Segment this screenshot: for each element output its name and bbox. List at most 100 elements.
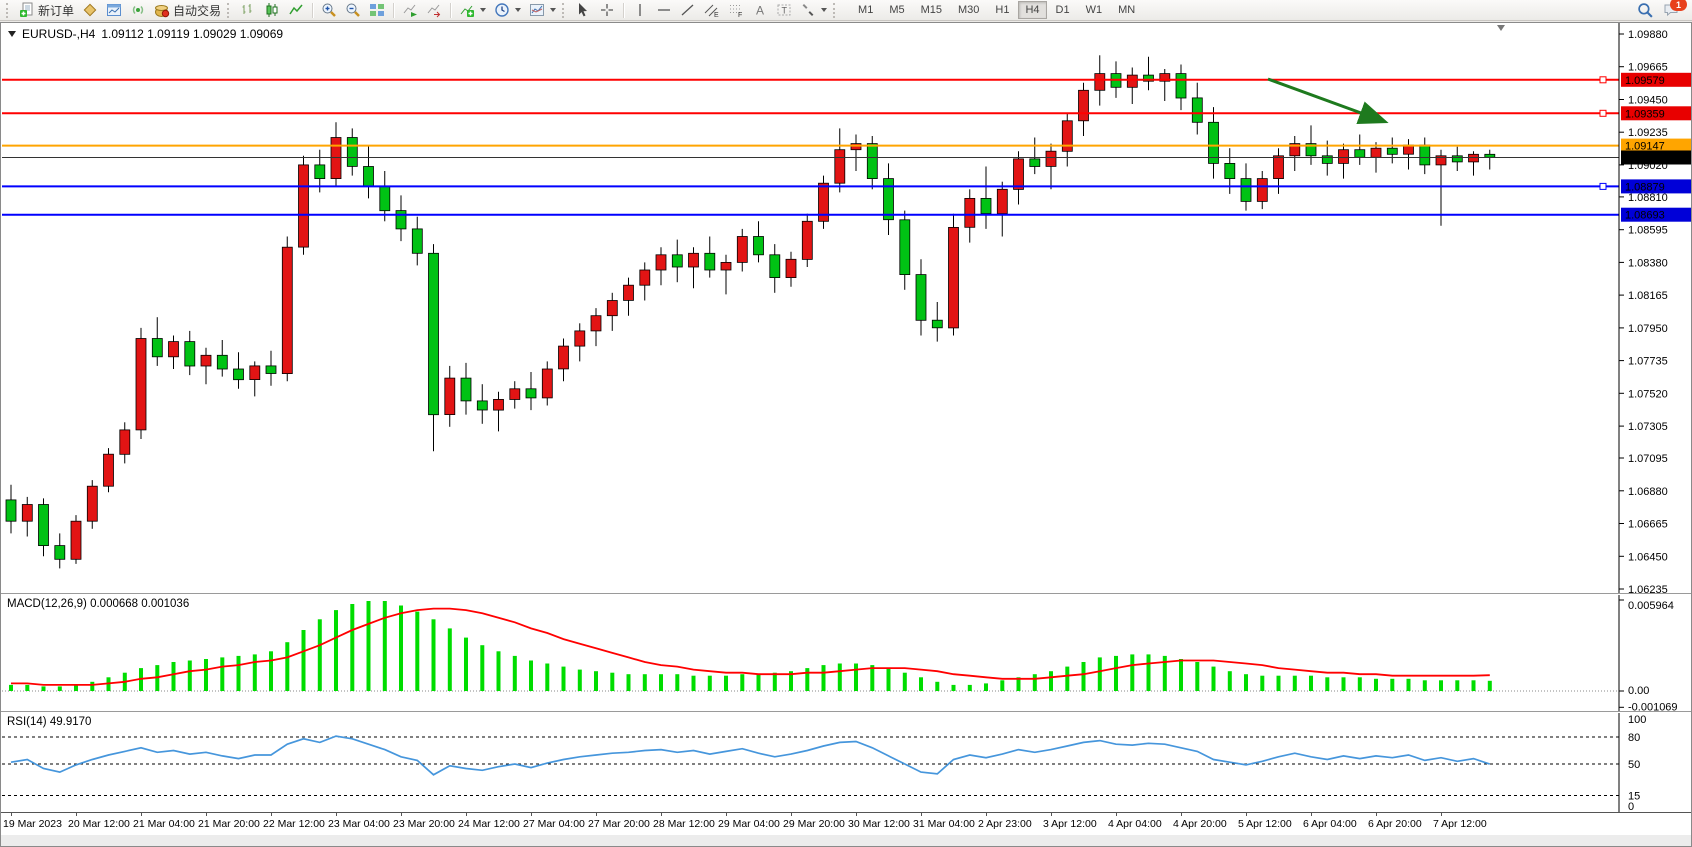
candle-body [510, 389, 520, 400]
candle-body [364, 167, 374, 187]
macd-bar [805, 668, 809, 691]
auto-trading-button[interactable]: 自动交易 [150, 0, 225, 21]
time-axis-label: 30 Mar 12:00 [848, 818, 910, 830]
macd-bar [757, 674, 761, 691]
toolbar-grip[interactable] [6, 3, 11, 18]
timeframe-button-w1[interactable]: W1 [1079, 1, 1110, 19]
macd-indicator-panel[interactable]: 0.0059640.00-0.001069 MACD(12,26,9) 0.00… [1, 595, 1691, 711]
indicators-button[interactable] [455, 0, 490, 21]
rsi-indicator-panel[interactable]: 1008050150 RSI(14) 49.9170 [1, 713, 1691, 812]
text-label-tool-button[interactable]: T [772, 0, 796, 21]
price-axis-label: 1.09450 [1628, 95, 1668, 107]
time-axis-tick [1051, 813, 1052, 816]
time-axis-label: 6 Apr 04:00 [1303, 818, 1357, 830]
toolbar-grip[interactable] [833, 3, 838, 18]
symbol-dropdown-icon[interactable] [8, 31, 16, 37]
line-chart-button[interactable] [284, 0, 308, 21]
signals-button[interactable] [126, 0, 150, 21]
macd-label-bar: MACD(12,26,9) 0.000668 0.001036 [7, 598, 189, 610]
line-drag-handle[interactable] [1600, 183, 1606, 189]
dropdown-caret-icon [480, 8, 486, 12]
channel-tool-button[interactable]: E [700, 0, 724, 21]
macd-bar [367, 601, 371, 691]
new-order-button[interactable]: 新订单 [15, 0, 78, 21]
trend-arrow-annotation[interactable] [1268, 79, 1383, 121]
candle-body [1046, 151, 1056, 166]
candle-body [250, 366, 260, 380]
time-axis-tick [661, 813, 662, 816]
timeframe-button-m1[interactable]: M1 [851, 1, 880, 19]
arrows-tool-button[interactable] [796, 0, 831, 21]
macd-canvas[interactable]: 0.0059640.00-0.001069 [1, 595, 1691, 711]
candlestick-chart-button[interactable] [260, 0, 284, 21]
timeframe-button-m30[interactable]: M30 [951, 1, 986, 19]
vertical-line-tool-button[interactable] [628, 0, 652, 21]
cursor-arrow-icon [575, 2, 591, 18]
toolbar-grip[interactable] [227, 3, 232, 18]
zoom-out-button[interactable] [341, 0, 365, 21]
trendline-tool-button[interactable] [676, 0, 700, 21]
crosshair-button[interactable] [595, 0, 619, 21]
chart-shift-button[interactable] [422, 0, 446, 21]
time-axis[interactable]: 19 Mar 202320 Mar 12:0021 Mar 04:0021 Ma… [1, 813, 1691, 835]
line-chart-icon [288, 2, 304, 18]
macd-bar [1082, 662, 1086, 691]
time-axis-tick [1376, 813, 1377, 816]
macd-bar [1342, 677, 1346, 691]
timeframe-button-h1[interactable]: H1 [988, 1, 1016, 19]
horizontal-line-tool-button[interactable] [652, 0, 676, 21]
candle-body [1387, 148, 1397, 154]
tile-windows-icon [369, 2, 385, 18]
search-icon[interactable] [1637, 2, 1654, 19]
notification-badge: 1 [1670, 0, 1687, 11]
price-axis-label: 1.08165 [1628, 290, 1668, 302]
price-axis-label: 1.06665 [1628, 519, 1668, 531]
time-axis-label: 24 Mar 12:00 [458, 818, 520, 830]
line-drag-handle[interactable] [1600, 110, 1606, 116]
time-axis-label: 2 Apr 23:00 [978, 818, 1032, 830]
templates-button[interactable] [525, 0, 560, 21]
candle-body [997, 189, 1007, 213]
timeframe-button-m5[interactable]: M5 [882, 1, 911, 19]
auto-scroll-button[interactable] [398, 0, 422, 21]
macd-bar [464, 638, 468, 691]
timeframe-button-mn[interactable]: MN [1111, 1, 1142, 19]
timeframe-button-d1[interactable]: D1 [1049, 1, 1077, 19]
price-chart-canvas[interactable]: 1.098801.096651.094501.092351.090201.088… [1, 23, 1691, 593]
macd-bar [1033, 674, 1037, 691]
time-axis-tick [596, 813, 597, 816]
macd-bar [1309, 676, 1313, 691]
candle-body [120, 430, 130, 454]
candle-body [396, 211, 406, 229]
line-drag-handle[interactable] [1600, 77, 1606, 83]
cursor-button[interactable] [571, 0, 595, 21]
chat-button[interactable]: 1 [1662, 2, 1680, 18]
periods-button[interactable] [490, 0, 525, 21]
rsi-canvas[interactable]: 1008050150 [1, 713, 1691, 812]
timeframe-button-h4[interactable]: H4 [1018, 1, 1046, 19]
macd-bar [838, 664, 842, 692]
zoom-in-button[interactable] [317, 0, 341, 21]
timeframe-button-m15[interactable]: M15 [914, 1, 949, 19]
price-chart-panel[interactable]: 1.098801.096651.094501.092351.090201.088… [1, 23, 1691, 593]
macd-bar [627, 674, 631, 691]
time-axis-label: 28 Mar 12:00 [653, 818, 715, 830]
data-window-icon [82, 2, 98, 18]
price-axis-label: 1.08595 [1628, 225, 1668, 237]
bar-chart-button[interactable] [236, 0, 260, 21]
candle-body [412, 229, 422, 253]
tile-windows-button[interactable] [365, 0, 389, 21]
chart-title-bar[interactable]: EURUSD-,H4 1.09112 1.09119 1.09029 1.090… [8, 27, 283, 41]
candle-body [429, 253, 439, 414]
candle-body [705, 253, 715, 270]
toolbar-separator [450, 3, 451, 18]
candle-body [169, 342, 179, 357]
toolbar-grip[interactable] [562, 3, 567, 18]
equidistant-channel-icon: E [704, 2, 720, 18]
candle-body [1355, 150, 1365, 158]
fibonacci-tool-button[interactable]: F [724, 0, 748, 21]
new-chart-button[interactable] [102, 0, 126, 21]
label-letter: T [782, 6, 788, 16]
data-window-button[interactable] [78, 0, 102, 21]
text-tool-button[interactable]: A [748, 0, 772, 21]
